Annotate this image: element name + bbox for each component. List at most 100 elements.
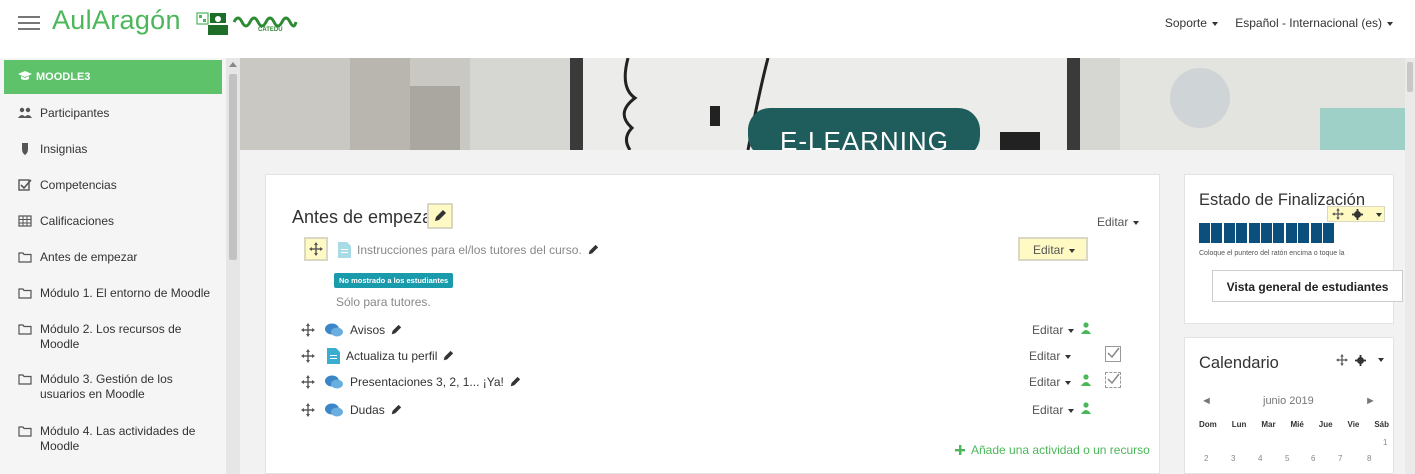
progress-segment[interactable] — [1223, 223, 1235, 243]
course-section-card: Antes de empezar Editar Instrucciones pa… — [265, 174, 1160, 474]
activity-edit-menu[interactable]: Editar — [1029, 375, 1072, 389]
add-activity-link[interactable]: Añade una actividad o un recurso — [955, 443, 1150, 457]
activity-name[interactable]: Avisos — [350, 323, 385, 337]
sidebar-item-modulo-1[interactable]: Módulo 1. El entorno de Moodle — [18, 286, 218, 300]
progress-segment[interactable] — [1236, 223, 1248, 243]
caret-down-icon — [1133, 220, 1140, 225]
pencil-icon[interactable] — [390, 404, 402, 416]
activity-name[interactable]: Instrucciones para el/los tutores del cu… — [357, 243, 582, 257]
sidebar-item-participantes[interactable]: Participantes — [18, 106, 218, 120]
sidebar-item-label: Insignias — [40, 142, 88, 156]
user-green-icon[interactable] — [1081, 402, 1091, 414]
sidebar-item-antes-de-empezar[interactable]: Antes de empezar — [18, 250, 218, 264]
completion-status-block: Estado de Finalización Coloque el punter… — [1184, 174, 1403, 324]
calendar-day[interactable]: 6 — [1311, 454, 1315, 463]
progress-segment[interactable] — [1248, 223, 1260, 243]
activity-item[interactable]: Avisos — [301, 321, 402, 339]
progress-segment[interactable] — [1322, 223, 1334, 243]
sidebar-item-insignias[interactable]: Insignias — [18, 142, 218, 156]
sidebar-item-course[interactable]: MOODLE3 — [4, 60, 222, 94]
move-arrows-icon[interactable] — [301, 403, 315, 417]
sidebar-item-modulo-3[interactable]: Módulo 3. Gestión de los usuarios en Moo… — [18, 372, 203, 402]
page-scrollbar[interactable] — [1405, 58, 1415, 474]
calendar-day[interactable]: 7 — [1338, 454, 1342, 463]
scroll-up-arrow-icon[interactable] — [229, 62, 237, 67]
catedu-label: CATEDU — [258, 27, 283, 33]
weekday-label: Sáb — [1374, 420, 1389, 429]
move-arrows-icon[interactable] — [1332, 208, 1344, 220]
pencil-icon[interactable] — [587, 244, 599, 256]
students-overview-button[interactable]: Vista general de estudiantes — [1212, 270, 1403, 302]
activity-name[interactable]: Dudas — [350, 403, 385, 417]
caret-down-icon — [1069, 248, 1076, 253]
activity-edit-menu[interactable]: Editar — [1032, 323, 1075, 337]
progress-segment[interactable] — [1298, 223, 1310, 243]
user-green-icon[interactable] — [1081, 374, 1091, 386]
sidebar-scrollbar-thumb[interactable] — [229, 74, 237, 260]
prev-month-arrow-icon[interactable]: ◄ — [1201, 395, 1212, 407]
gear-icon[interactable] — [1352, 208, 1363, 220]
move-arrows-icon[interactable] — [301, 323, 315, 337]
menu-toggle-icon[interactable] — [18, 12, 40, 34]
move-arrows-icon[interactable] — [301, 349, 315, 363]
language-menu[interactable]: Español - Internacional (es) — [1235, 16, 1393, 30]
calendar-day[interactable]: 4 — [1258, 454, 1262, 463]
plus-icon — [955, 445, 965, 455]
check-icon — [1107, 347, 1120, 359]
support-menu[interactable]: Soporte — [1165, 16, 1218, 30]
completion-checkbox[interactable] — [1105, 346, 1121, 362]
calendar-weekdays: Dom Lun Mar Mié Jue Vie Sáb — [1199, 420, 1389, 429]
move-arrows-icon — [309, 242, 323, 256]
sidebar-item-calificaciones[interactable]: Calificaciones — [18, 214, 218, 228]
calendar-day[interactable]: 5 — [1285, 454, 1289, 463]
progress-segment[interactable] — [1260, 223, 1272, 243]
move-handle-button[interactable] — [304, 237, 328, 261]
activity-item[interactable]: Dudas — [301, 401, 402, 419]
check-icon — [1107, 373, 1120, 385]
sidebar-item-modulo-4[interactable]: Módulo 4. Las actividades de Moodle — [18, 424, 203, 454]
caret-down-icon — [1068, 408, 1075, 413]
activity-edit-menu[interactable]: Editar — [1018, 237, 1088, 261]
progress-segment[interactable] — [1273, 223, 1285, 243]
completion-checkbox-auto[interactable] — [1105, 372, 1121, 388]
users-icon — [18, 107, 32, 118]
progress-segment[interactable] — [1211, 223, 1223, 243]
caret-down-icon[interactable] — [1376, 213, 1382, 217]
activity-item[interactable]: Presentaciones 3, 2, 1... ¡Ya! — [301, 373, 521, 391]
activity-edit-menu[interactable]: Editar — [1029, 349, 1072, 363]
graduation-cap-icon — [18, 71, 32, 80]
move-arrows-icon[interactable] — [1336, 354, 1348, 366]
progress-segment[interactable] — [1310, 223, 1322, 243]
pencil-icon[interactable] — [509, 376, 521, 388]
calendar-day[interactable]: 3 — [1231, 454, 1235, 463]
activity-item[interactable]: Actualiza tu perfil — [301, 347, 454, 365]
edit-label: Editar — [1032, 323, 1064, 337]
activity-name[interactable]: Actualiza tu perfil — [346, 349, 437, 363]
activity-edit-menu[interactable]: Editar — [1032, 403, 1075, 417]
sidebar-item-competencias[interactable]: Competencias — [18, 178, 218, 192]
gear-icon[interactable] — [1355, 354, 1366, 366]
next-month-arrow-icon[interactable]: ► — [1365, 395, 1376, 407]
block-controls[interactable] — [1327, 206, 1385, 222]
edit-title-button[interactable] — [427, 203, 453, 229]
sidebar-item-modulo-2[interactable]: Módulo 2. Los recursos de Moodle — [18, 322, 203, 352]
calendar-day[interactable]: 8 — [1367, 454, 1371, 463]
pencil-icon[interactable] — [390, 324, 402, 336]
activity-name[interactable]: Presentaciones 3, 2, 1... ¡Ya! — [350, 375, 504, 389]
calendar-day[interactable]: 2 — [1204, 454, 1208, 463]
pencil-icon[interactable] — [442, 350, 454, 362]
move-arrows-icon[interactable] — [301, 375, 315, 389]
completion-progress-bar[interactable] — [1199, 223, 1335, 243]
progress-segment[interactable] — [1199, 223, 1210, 243]
activity-item[interactable]: Instrucciones para el/los tutores del cu… — [338, 241, 599, 259]
block-title: Calendario — [1199, 354, 1279, 372]
top-navbar: AulAragón CATEDU Soporte Español - Inter… — [0, 0, 1415, 58]
calendar-day[interactable]: 1 — [1383, 438, 1387, 447]
site-logo-text[interactable]: AulAragón — [52, 5, 181, 36]
section-edit-menu[interactable]: Editar — [1097, 215, 1140, 229]
page-scrollbar-thumb[interactable] — [1407, 62, 1413, 92]
user-green-icon[interactable] — [1081, 322, 1091, 334]
caret-down-icon[interactable] — [1378, 358, 1384, 362]
edit-label: Editar — [1032, 403, 1064, 417]
progress-segment[interactable] — [1285, 223, 1297, 243]
